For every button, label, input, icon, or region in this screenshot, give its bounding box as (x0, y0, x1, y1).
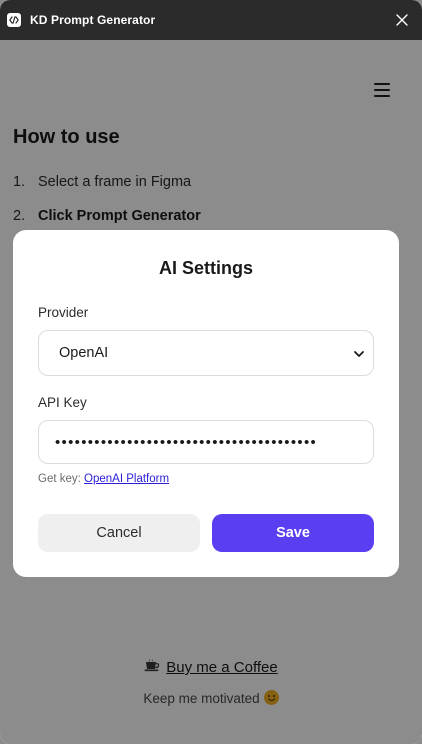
window-title: KD Prompt Generator (30, 13, 156, 27)
code-brackets-icon (7, 13, 21, 27)
get-key-hint: Get key: OpenAI Platform (38, 473, 169, 485)
title-bar: KD Prompt Generator (0, 0, 422, 40)
openai-platform-link[interactable]: OpenAI Platform (84, 473, 169, 485)
get-key-prefix: Get key: (38, 473, 81, 485)
plugin-window: KD Prompt Generator How to use 1. Select… (0, 0, 422, 744)
provider-selected-value: OpenAI (59, 345, 109, 361)
api-key-input[interactable]: •••••••••••••••••••••••••••••••••••••••• (38, 420, 374, 464)
api-key-label: API Key (38, 395, 87, 410)
api-key-masked-value: •••••••••••••••••••••••••••••••••••••••• (55, 433, 318, 451)
provider-select[interactable]: OpenAI (38, 330, 374, 376)
save-button[interactable]: Save (212, 514, 374, 552)
ai-settings-dialog: AI Settings Provider OpenAI API Key ••••… (13, 230, 399, 577)
provider-label: Provider (38, 305, 89, 320)
dialog-title: AI Settings (158, 258, 253, 278)
chevron-down-icon (353, 348, 365, 360)
close-icon[interactable] (394, 12, 410, 28)
cancel-button[interactable]: Cancel (38, 514, 200, 552)
